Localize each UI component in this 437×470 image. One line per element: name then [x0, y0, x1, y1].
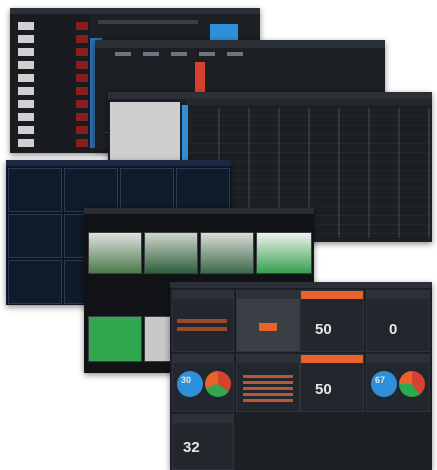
preview-panel — [110, 102, 180, 162]
grid-cell[interactable] — [64, 168, 118, 212]
thumbnail-column — [18, 22, 34, 147]
tile-pie-1[interactable]: 30 — [172, 354, 234, 412]
map-marker — [259, 323, 277, 331]
tile-header — [237, 291, 299, 299]
grid-cell[interactable] — [8, 260, 62, 304]
grid-cell[interactable] — [176, 168, 230, 212]
tile-header — [301, 291, 363, 299]
tile-list-red[interactable] — [236, 354, 300, 412]
window-titlebar — [170, 282, 432, 288]
preview-column — [76, 22, 88, 147]
tile-gauge-1[interactable]: 50 — [300, 290, 364, 352]
tile-header — [173, 291, 233, 299]
tile-gauge-4[interactable]: 32 — [172, 414, 234, 470]
tile-header — [367, 355, 429, 363]
camera-thumbnail[interactable] — [200, 232, 254, 274]
tile-header — [173, 415, 233, 423]
gauge-value: 50 — [315, 381, 332, 398]
grid-cell[interactable] — [8, 168, 62, 212]
gauge-value: 50 — [315, 321, 332, 338]
grid-cell[interactable] — [120, 168, 174, 212]
window-titlebar — [95, 40, 385, 48]
chart-legend — [115, 52, 255, 56]
tile-header — [173, 355, 233, 363]
donut-value: 30 — [181, 375, 192, 385]
tile-header — [367, 291, 429, 299]
list-bar — [177, 319, 227, 323]
tile-map[interactable] — [236, 290, 300, 352]
gauge-value: 32 — [183, 439, 200, 456]
screenshot-dashboard: 50 0 30 50 67 32 — [170, 282, 432, 470]
grid-cell[interactable] — [8, 214, 62, 258]
camera-thumbnail[interactable] — [144, 232, 198, 274]
pie-chart — [205, 371, 231, 397]
pie-chart — [399, 371, 425, 397]
tile-gauge-3[interactable]: 50 — [300, 354, 364, 412]
camera-thumbnail[interactable] — [88, 232, 142, 274]
tile-header — [301, 355, 363, 363]
window-titlebar — [108, 92, 432, 99]
gauge-value: 0 — [389, 321, 398, 338]
timeline-bar[interactable] — [98, 20, 198, 24]
tile-gauge-2[interactable]: 0 — [366, 290, 430, 352]
list-bar — [243, 375, 293, 405]
list-bar — [177, 327, 227, 331]
tile-header — [237, 355, 299, 363]
toolbar[interactable] — [186, 99, 432, 105]
donut-value: 67 — [375, 375, 386, 385]
tile-pie-2[interactable]: 67 — [366, 354, 430, 412]
tile-list-orange[interactable] — [172, 290, 234, 352]
camera-thumbnail[interactable] — [88, 316, 142, 362]
window-titlebar — [84, 208, 314, 214]
window-titlebar — [6, 160, 231, 166]
camera-thumbnail[interactable] — [256, 232, 312, 274]
